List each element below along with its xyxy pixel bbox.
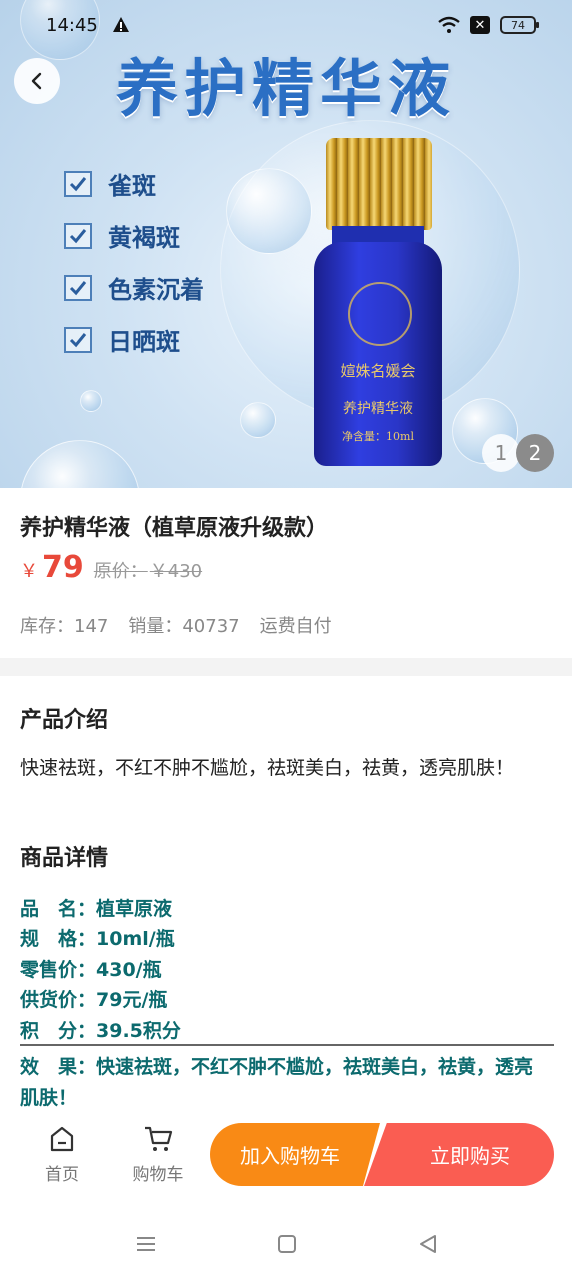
product-title: 养护精华液（植草原液升级款） — [20, 516, 329, 541]
bottle-volume: 净含量：10ml — [342, 430, 414, 443]
buy-now-button[interactable]: 立即购买 — [364, 1123, 554, 1186]
checkmark-icon — [64, 274, 92, 301]
back-arrow-icon — [31, 72, 42, 90]
intro-text: 快速祛斑，不红不肿不尴尬，祛斑美白，祛黄，透亮肌肤！ — [20, 757, 515, 779]
original-price-label: 原价： — [93, 561, 148, 582]
wifi-icon — [438, 16, 460, 33]
back-button[interactable] — [14, 58, 60, 104]
seal-logo — [348, 282, 412, 346]
spec-effect: 效 果：快速祛斑，不红不肿不尴尬，祛斑美白，祛黄，透亮肌肤！ — [20, 1056, 534, 1109]
shipping-info: 运费自付 — [259, 616, 332, 637]
status-bar: 14:45 ✕ 74 — [0, 0, 572, 50]
purchase-buttons: 加入购物车 立即购买 — [210, 1123, 554, 1186]
product-info: 养护精华液（植草原液升级款） ￥ 79 原价： ￥430 库存：147 销量：4… — [0, 488, 572, 658]
add-to-cart-button[interactable]: 加入购物车 — [210, 1123, 380, 1186]
system-navigation-bar — [0, 1210, 572, 1280]
product-image-carousel[interactable]: 养护精华液 雀斑 黄褐斑 色素沉着 日晒斑 媗姝名媛会 养护精华液 净含量：10… — [0, 0, 572, 488]
bubble-decoration — [20, 440, 140, 488]
cart-icon — [145, 1126, 173, 1151]
triangle-back-icon[interactable] — [416, 1232, 440, 1256]
home-nav-button[interactable]: 首页 — [22, 1124, 102, 1185]
spec-size: 规 格：10ml/瓶 — [20, 928, 175, 950]
spec-name: 品 名：植草原液 — [20, 898, 173, 920]
pager-dot-active: 2 — [516, 434, 554, 472]
home-icon — [50, 1126, 74, 1152]
pager-dot: 1 — [482, 434, 520, 472]
bottle-body: 媗姝名媛会 养护精华液 净含量：10ml — [314, 242, 442, 466]
warning-icon — [112, 17, 129, 32]
bubble-decoration — [226, 168, 312, 254]
price-row: ￥ 79 原价： ￥430 — [20, 550, 202, 585]
bubble-decoration — [240, 402, 276, 438]
spec-retail-price: 零售价：430/瓶 — [20, 959, 162, 981]
stock-count: 库存：147 — [20, 616, 109, 637]
product-meta: 库存：147 销量：40737 运费自付 — [20, 612, 352, 638]
hero-title: 养护精华液 — [115, 52, 456, 125]
checkmark-icon — [64, 170, 92, 197]
spec-supply-price: 供货价：79元/瓶 — [20, 989, 168, 1011]
checkmark-icon — [64, 326, 92, 353]
spec-points: 积 分：39.5积分 — [20, 1020, 181, 1042]
status-time: 14:45 — [46, 14, 98, 36]
intro-title: 产品介绍 — [20, 708, 109, 733]
sales-count: 销量：40737 — [128, 616, 240, 637]
bottom-action-bar: 首页 购物车 加入购物车 立即购买 — [0, 1110, 572, 1210]
price-currency: ￥ — [20, 561, 38, 582]
carousel-pager: 1 2 — [482, 434, 554, 472]
details-title: 商品详情 — [20, 846, 109, 871]
sim-off-icon: ✕ — [470, 16, 490, 34]
sale-price: 79 — [42, 550, 84, 585]
menu-icon[interactable] — [134, 1232, 158, 1256]
original-price: ￥430 — [149, 561, 203, 582]
hero-check-item: 雀斑 — [64, 166, 156, 201]
bottle-cap — [326, 138, 432, 230]
battery-icon: 74 — [500, 16, 539, 34]
hero-check-item: 黄褐斑 — [64, 218, 180, 253]
checkmark-icon — [64, 222, 92, 249]
section-divider — [0, 658, 572, 676]
spec-divider — [20, 1044, 554, 1046]
hero-check-item: 日晒斑 — [64, 322, 180, 357]
product-description: 产品介绍 快速祛斑，不红不肿不尴尬，祛斑美白，祛黄，透亮肌肤！ 商品详情 品 名… — [0, 676, 572, 1122]
bottle-name: 养护精华液 — [343, 401, 413, 417]
bubble-decoration — [80, 390, 102, 412]
bottle-brand: 媗姝名媛会 — [340, 362, 416, 380]
hero-check-item: 色素沉着 — [64, 270, 204, 305]
serum-bottle-image: 媗姝名媛会 养护精华液 净含量：10ml — [314, 138, 442, 468]
cart-nav-button[interactable]: 购物车 — [118, 1124, 198, 1185]
square-icon[interactable] — [275, 1232, 299, 1256]
